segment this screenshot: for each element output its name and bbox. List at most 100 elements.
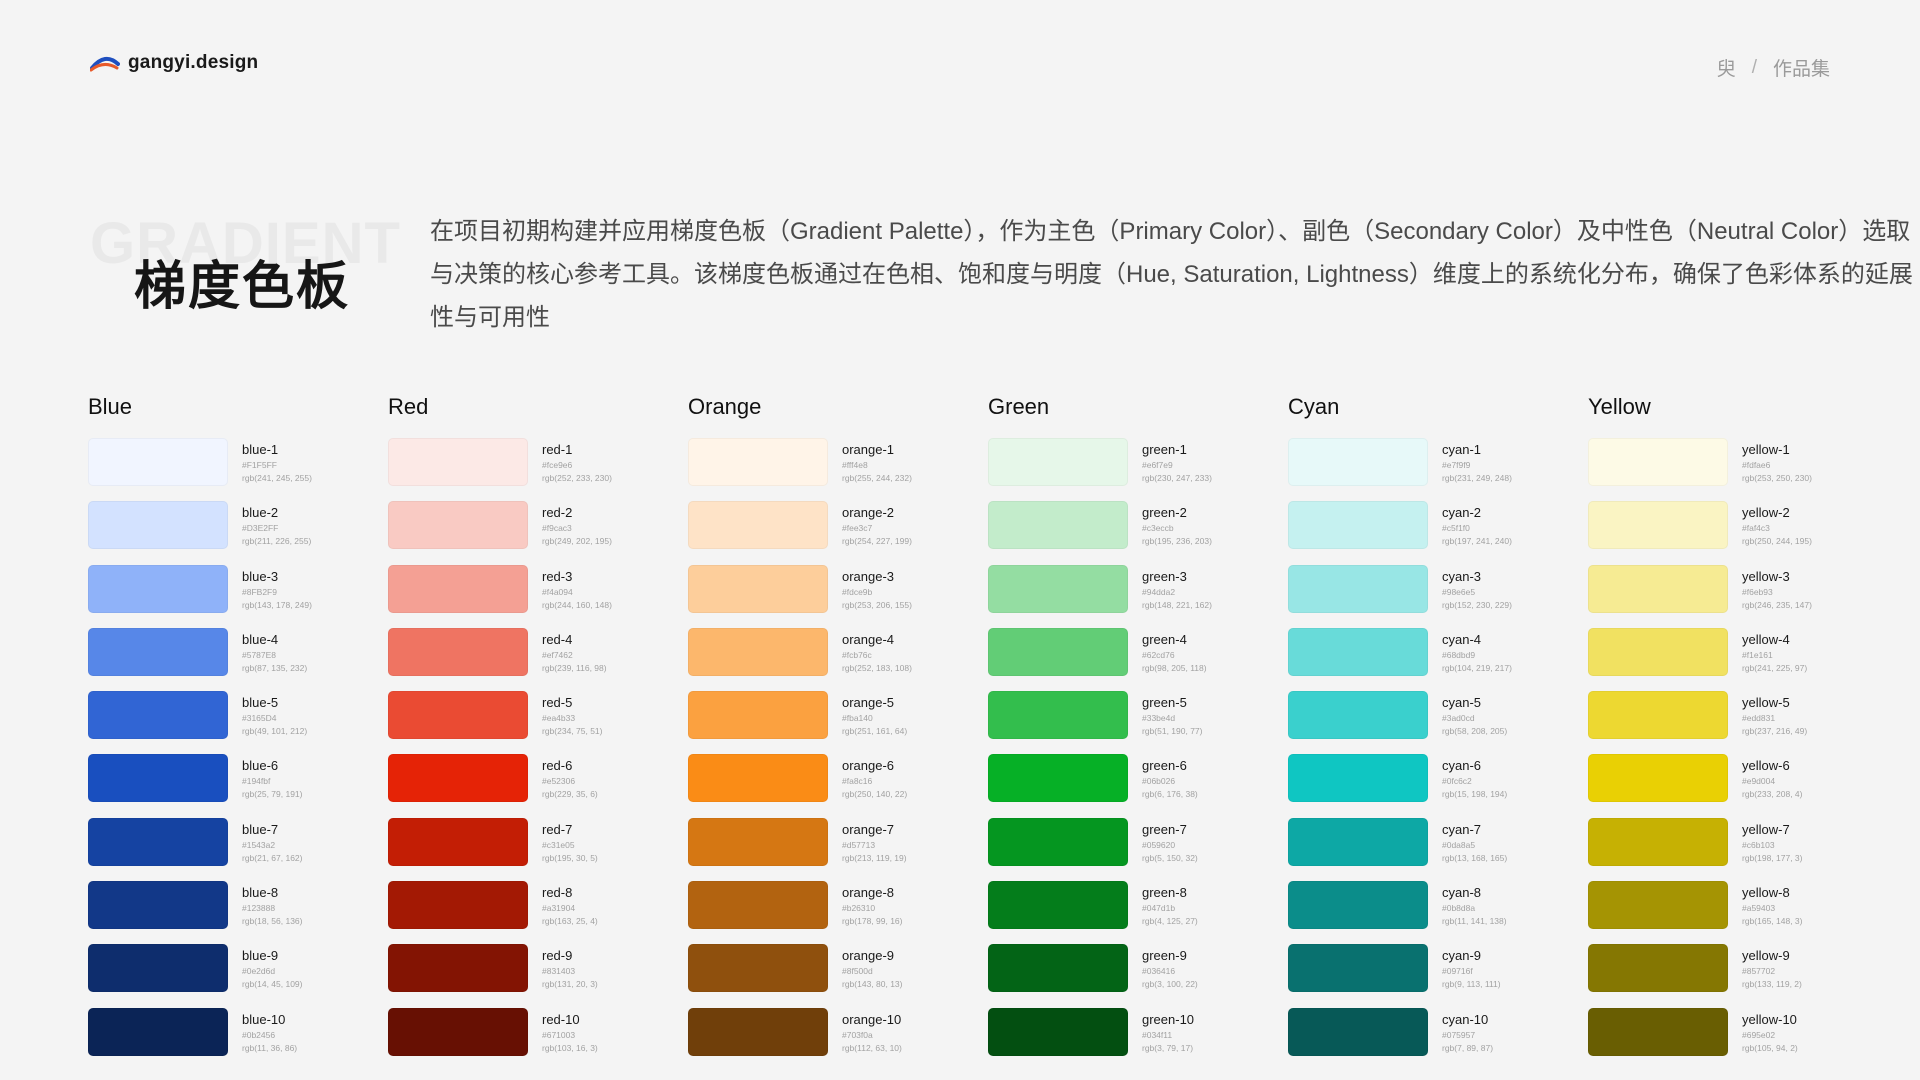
breadcrumb-home[interactable]: 臾	[1717, 54, 1736, 81]
swatch-name: red-5	[542, 695, 573, 711]
swatch-hex: #0e2d6d	[242, 966, 276, 977]
color-swatch[interactable]	[88, 627, 228, 676]
color-swatch[interactable]	[1588, 881, 1728, 930]
color-swatch[interactable]	[688, 817, 828, 866]
swatch-hex: #123888	[242, 903, 276, 914]
color-swatch[interactable]	[388, 501, 528, 550]
color-swatch[interactable]	[1288, 501, 1428, 550]
color-swatch[interactable]	[988, 501, 1128, 550]
breadcrumb-portfolio[interactable]: 作品集	[1773, 54, 1830, 81]
swatch-name: cyan-7	[1442, 821, 1482, 837]
color-swatch[interactable]	[88, 438, 228, 486]
color-swatch[interactable]	[1588, 944, 1728, 993]
color-swatch[interactable]	[1588, 627, 1728, 676]
swatch-name: cyan-5	[1442, 695, 1482, 711]
color-swatch[interactable]	[388, 881, 528, 930]
swatch-rgb: rgb(250, 140, 22)	[842, 789, 908, 800]
color-swatch[interactable]	[1288, 564, 1428, 613]
color-swatch[interactable]	[688, 564, 828, 613]
color-swatch[interactable]	[1588, 817, 1728, 866]
swatch-rgb: rgb(239, 116, 98)	[542, 662, 607, 673]
color-swatch[interactable]	[688, 691, 828, 740]
swatch-rgb: rgb(112, 63, 10)	[842, 1042, 902, 1053]
swatch-info: blue-10 #0b2456 rgb(11, 36, 86)	[242, 1012, 382, 1055]
swatch-info: yellow-6 #e9d004 rgb(233, 208, 4)	[1742, 758, 1882, 801]
color-swatch[interactable]	[988, 1007, 1128, 1056]
color-swatch[interactable]	[688, 881, 828, 930]
swatch-rgb: rgb(253, 206, 155)	[842, 599, 912, 610]
swatch-row: orange-1 #fff4e8 rgb(255, 244, 232)	[688, 438, 978, 501]
swatch-hex: #8FB2F9	[242, 586, 277, 597]
brand-logo[interactable]: gangyi.design	[90, 52, 258, 74]
color-swatch[interactable]	[1288, 817, 1428, 866]
swatch-info: red-8 #a31904 rgb(163, 25, 4)	[542, 885, 682, 928]
color-swatch[interactable]	[688, 1007, 828, 1056]
swatch-row: green-3 #94dda2 rgb(148, 221, 162)	[988, 564, 1278, 628]
color-swatch[interactable]	[388, 754, 528, 803]
color-swatch[interactable]	[1288, 944, 1428, 993]
swatch-row: cyan-2 #c5f1f0 rgb(197, 241, 240)	[1288, 501, 1578, 564]
color-swatch[interactable]	[388, 564, 528, 613]
color-swatch[interactable]	[988, 881, 1128, 930]
color-swatch[interactable]	[388, 691, 528, 740]
swatch-info: cyan-6 #0fc6c2 rgb(15, 198, 194)	[1442, 758, 1582, 801]
color-swatch[interactable]	[1588, 1007, 1728, 1056]
color-swatch[interactable]	[1588, 438, 1728, 486]
color-swatch[interactable]	[388, 438, 528, 486]
swatch-rgb: rgb(21, 67, 162)	[242, 852, 303, 863]
swatch-hex: #036416	[1142, 966, 1176, 977]
color-swatch[interactable]	[88, 564, 228, 613]
color-swatch[interactable]	[688, 501, 828, 550]
color-swatch[interactable]	[988, 627, 1128, 676]
swatch-info: yellow-5 #edd831 rgb(237, 216, 49)	[1742, 695, 1882, 738]
color-swatch[interactable]	[1288, 438, 1428, 486]
color-swatch[interactable]	[88, 1007, 228, 1056]
color-swatch[interactable]	[988, 564, 1128, 613]
color-swatch[interactable]	[388, 627, 528, 676]
swatch-info: yellow-9 #857702 rgb(133, 119, 2)	[1742, 948, 1882, 991]
color-swatch[interactable]	[88, 691, 228, 740]
color-swatch[interactable]	[1588, 754, 1728, 803]
swatch-row: blue-8 #123888 rgb(18, 56, 136)	[88, 881, 378, 944]
color-swatch[interactable]	[388, 1007, 528, 1056]
swatch-hex: #857702	[1742, 966, 1776, 977]
color-swatch[interactable]	[1588, 691, 1728, 740]
color-swatch[interactable]	[688, 627, 828, 676]
swatch-info: yellow-3 #f6eb93 rgb(246, 235, 147)	[1742, 569, 1882, 612]
color-swatch[interactable]	[1288, 1007, 1428, 1056]
swatch-row: green-4 #62cd76 rgb(98, 205, 118)	[988, 627, 1278, 691]
swatch-name: yellow-7	[1742, 821, 1790, 837]
color-swatch[interactable]	[88, 754, 228, 803]
swatch-info: blue-9 #0e2d6d rgb(14, 45, 109)	[242, 948, 382, 991]
color-swatch[interactable]	[88, 881, 228, 930]
color-swatch[interactable]	[88, 944, 228, 993]
swatch-rgb: rgb(213, 119, 19)	[842, 852, 907, 863]
color-swatch[interactable]	[1288, 627, 1428, 676]
color-swatch[interactable]	[688, 754, 828, 803]
color-swatch[interactable]	[1588, 564, 1728, 613]
swatch-hex: #0fc6c2	[1442, 776, 1472, 787]
swatch-name: cyan-8	[1442, 885, 1482, 901]
logo-text: gangyi.design	[128, 52, 259, 73]
color-swatch[interactable]	[988, 754, 1128, 803]
swatch-info: yellow-7 #c6b103 rgb(198, 177, 3)	[1742, 822, 1882, 865]
color-swatch[interactable]	[1288, 881, 1428, 930]
swatch-info: red-4 #ef7462 rgb(239, 116, 98)	[542, 632, 682, 675]
color-swatch[interactable]	[988, 691, 1128, 740]
color-swatch[interactable]	[88, 817, 228, 866]
color-swatch[interactable]	[988, 817, 1128, 866]
color-swatch[interactable]	[388, 817, 528, 866]
color-swatch[interactable]	[88, 501, 228, 550]
color-swatch[interactable]	[1588, 501, 1728, 550]
color-swatch[interactable]	[388, 944, 528, 993]
color-swatch[interactable]	[688, 438, 828, 486]
color-swatch[interactable]	[688, 944, 828, 993]
color-swatch[interactable]	[1288, 754, 1428, 803]
color-swatch[interactable]	[988, 438, 1128, 486]
swatch-rgb: rgb(252, 233, 230)	[542, 473, 612, 483]
swatch-info: red-9 #831403 rgb(131, 20, 3)	[542, 948, 682, 991]
swatch-info: cyan-2 #c5f1f0 rgb(197, 241, 240)	[1442, 505, 1582, 548]
color-swatch[interactable]	[1288, 691, 1428, 740]
swatch-hex: #e9d004	[1742, 776, 1776, 787]
color-swatch[interactable]	[988, 944, 1128, 993]
